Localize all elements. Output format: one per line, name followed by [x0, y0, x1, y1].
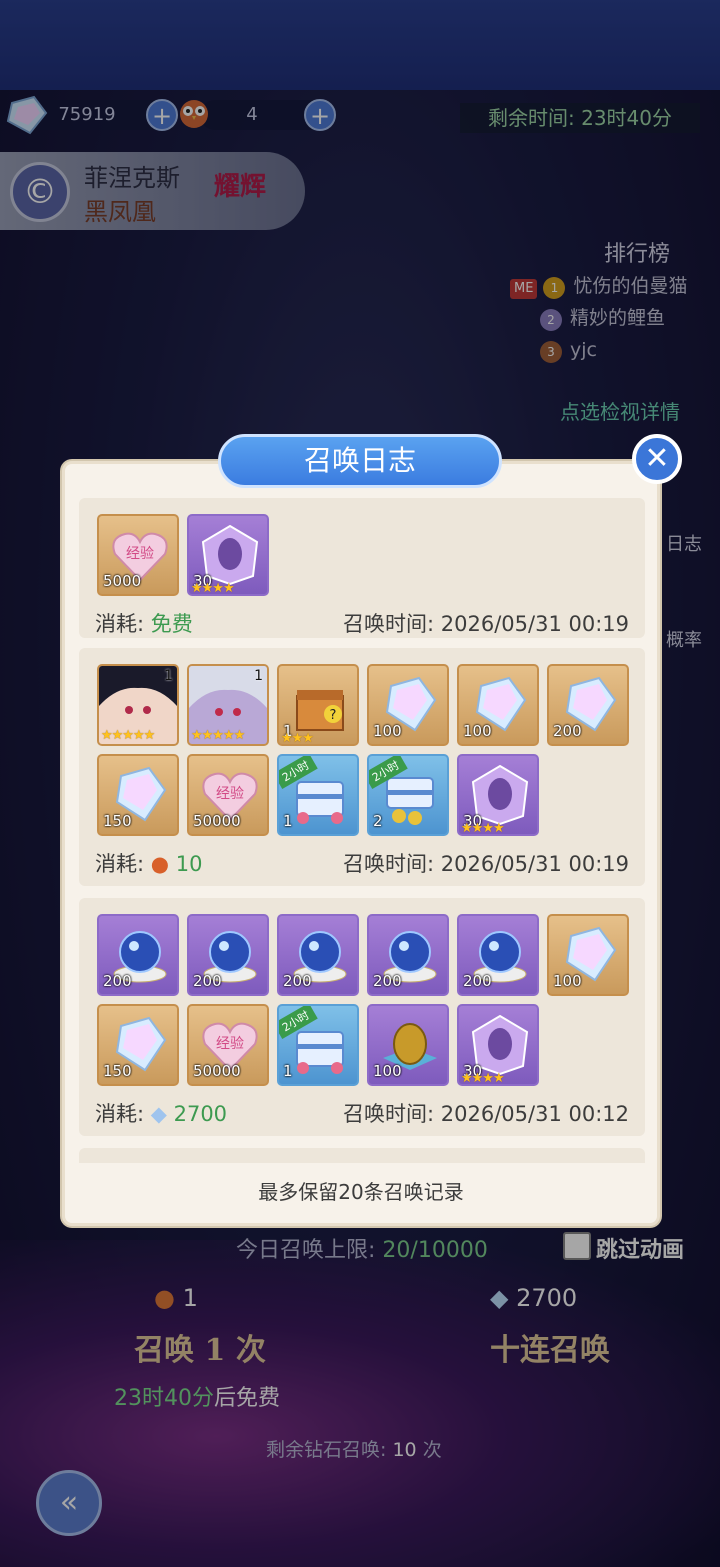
record-cost: 消耗: 免费 [95, 608, 193, 638]
svg-text:经验: 经验 [126, 546, 154, 562]
reward-item-exp-heart[interactable]: 经验 5000 [97, 514, 179, 596]
item-quantity: 1 [283, 1062, 293, 1080]
reward-item-character-1[interactable]: 1 ★★★★★ [97, 664, 179, 746]
cost-value: 2700 [173, 1102, 228, 1126]
item-stars: ★★★★ [191, 581, 235, 596]
reward-item-diamond[interactable]: 150 [97, 1004, 179, 1086]
reward-item-diamond[interactable]: 100 [367, 664, 449, 746]
record-cost: 消耗: ● 10 [95, 848, 203, 878]
summon-record-partial [79, 1148, 645, 1163]
item-quantity: 50000 [193, 812, 241, 830]
reward-item-chest-coins[interactable]: 2小时 2 [367, 754, 449, 836]
item-quantity: 100 [463, 722, 492, 740]
reward-item-shard[interactable]: 30 ★★★★ [457, 1004, 539, 1086]
item-level: 1 [254, 668, 263, 684]
svg-text:?: ? [330, 708, 337, 723]
record-time: 召唤时间: 2026/05/31 00:19 [343, 848, 629, 878]
svg-text:经验: 经验 [216, 786, 244, 802]
item-quantity: 50000 [193, 1062, 241, 1080]
reward-item-crystal-orb[interactable]: 200 [457, 914, 539, 996]
summon-record: 1 ★★★★★ 1 ★★★★★? 1 ★★★ 100 100 200 150 经验 50000 2小时 1… [79, 648, 645, 886]
time-value: 2026/05/31 00:12 [440, 1102, 629, 1126]
item-quantity: 200 [103, 972, 132, 990]
reward-item-exp-heart[interactable]: 经验 50000 [187, 754, 269, 836]
summon-record: 200 200 200 200 200 100 150 经验 50000 2小时 1 100 30 ★★★… [79, 898, 645, 1136]
record-time: 召唤时间: 2026/05/31 00:12 [343, 1098, 629, 1128]
reward-item-diamond[interactable]: 150 [97, 754, 179, 836]
reward-item-character-2[interactable]: 1 ★★★★★ [187, 664, 269, 746]
item-stars: ★★★★★ [191, 728, 245, 743]
cost-label: 消耗: [95, 612, 145, 636]
item-quantity: 200 [553, 722, 582, 740]
item-quantity: 200 [373, 972, 402, 990]
item-stars: ★★★★ [461, 821, 505, 836]
item-quantity: 150 [103, 812, 132, 830]
time-label: 召唤时间: [343, 612, 435, 636]
item-stars: ★★★★★ [101, 728, 155, 743]
reward-item-shard[interactable]: 30 ★★★★ [457, 754, 539, 836]
item-quantity: 100 [373, 1062, 402, 1080]
reward-item-crystal-orb[interactable]: 200 [187, 914, 269, 996]
item-quantity: 200 [193, 972, 222, 990]
item-quantity: 200 [463, 972, 492, 990]
record-cost: 消耗: ◆ 2700 [95, 1098, 227, 1128]
time-label: 召唤时间: [343, 1102, 435, 1126]
reward-item-golden-egg[interactable]: 100 [367, 1004, 449, 1086]
time-label: 召唤时间: [343, 852, 435, 876]
item-quantity: 150 [103, 1062, 132, 1080]
close-button[interactable]: ✕ [632, 434, 682, 484]
log-footer-note: 最多保留20条召唤记录 [258, 1180, 464, 1204]
cost-label: 消耗: [95, 1102, 145, 1126]
cost-value: 10 [175, 852, 203, 876]
svg-text:经验: 经验 [216, 1036, 244, 1052]
reward-item-diamond[interactable]: 100 [457, 664, 539, 746]
item-quantity: 200 [283, 972, 312, 990]
reward-item-chest-hearts[interactable]: 2小时 1 [277, 1004, 359, 1086]
item-quantity: 5000 [103, 572, 142, 590]
item-quantity: 100 [553, 972, 582, 990]
item-quantity: 100 [373, 722, 402, 740]
reward-item-diamond[interactable]: 200 [547, 664, 629, 746]
item-stars: ★★★★ [461, 1071, 505, 1086]
cost-label: 消耗: [95, 852, 145, 876]
item-stars: ★★★ [281, 731, 314, 746]
time-value: 2026/05/31 00:19 [440, 612, 629, 636]
item-quantity: 2 [373, 812, 383, 830]
reward-item-diamond[interactable]: 100 [547, 914, 629, 996]
reward-item-mystery-box[interactable]: ? 1 ★★★ [277, 664, 359, 746]
reward-item-chest-hearts[interactable]: 2小时 1 [277, 754, 359, 836]
reward-item-shard[interactable]: 30 ★★★★ [187, 514, 269, 596]
item-level: 1 [164, 668, 173, 684]
summon-log-list[interactable]: 经验 5000 30 ★★★★ 消耗: 免费 召唤时间: 2026/05/31 00:19… [79, 498, 645, 1163]
reward-item-crystal-orb[interactable]: 200 [367, 914, 449, 996]
reward-item-crystal-orb[interactable]: 200 [277, 914, 359, 996]
owl-ticket-icon: ● [150, 852, 176, 876]
item-quantity: 1 [283, 812, 293, 830]
summon-log-dialog: 经验 5000 30 ★★★★ 消耗: 免费 召唤时间: 2026/05/31 00:19… [62, 461, 660, 1226]
diamond-icon: ◆ [150, 1102, 174, 1126]
summon-record: 经验 5000 30 ★★★★ 消耗: 免费 召唤时间: 2026/05/31 00:19 [79, 498, 645, 638]
reward-item-crystal-orb[interactable]: 200 [97, 914, 179, 996]
record-time: 召唤时间: 2026/05/31 00:19 [343, 608, 629, 638]
reward-item-exp-heart[interactable]: 经验 50000 [187, 1004, 269, 1086]
time-value: 2026/05/31 00:19 [440, 852, 629, 876]
modal-title: 召唤日志 [218, 434, 502, 488]
cost-value: 免费 [150, 612, 193, 636]
